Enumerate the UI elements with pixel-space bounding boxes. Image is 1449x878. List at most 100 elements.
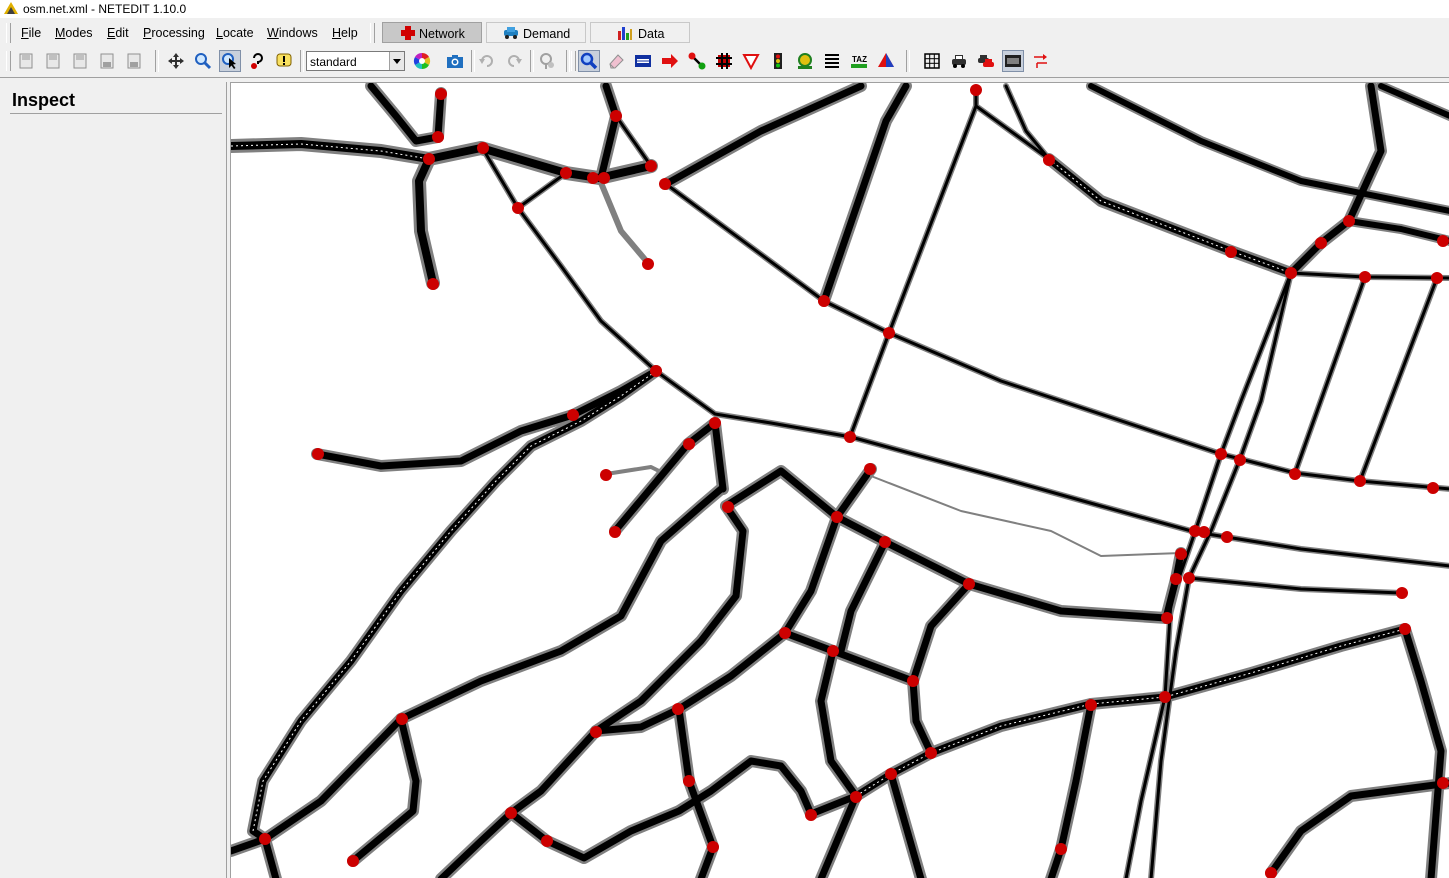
taz-mode-button[interactable]: TAZ [848, 50, 870, 72]
junction-node[interactable] [1396, 587, 1408, 599]
arrow-toggle-button[interactable] [1029, 50, 1051, 72]
junction-node[interactable] [850, 791, 862, 803]
screenshot-button[interactable] [444, 50, 466, 72]
junction-node[interactable] [1431, 272, 1443, 284]
vehicle-red-toggle-button[interactable] [975, 50, 997, 72]
reload-button[interactable] [69, 50, 91, 72]
junction-node[interactable] [963, 578, 975, 590]
connection-mode-button[interactable] [713, 50, 735, 72]
junction-node[interactable] [970, 84, 982, 96]
junction-node[interactable] [312, 448, 324, 460]
junction-node[interactable] [587, 172, 599, 184]
junction-node[interactable] [659, 178, 671, 190]
save-button[interactable] [96, 50, 118, 72]
tab-network[interactable]: Network [382, 22, 482, 43]
junction-node[interactable] [598, 172, 610, 184]
save-as-button[interactable] [123, 50, 145, 72]
vehicle-toggle-button[interactable] [948, 50, 970, 72]
color-wheel-button[interactable] [411, 50, 433, 72]
junction-node[interactable] [610, 110, 622, 122]
junction-node[interactable] [642, 258, 654, 270]
junction-node[interactable] [560, 167, 572, 179]
junction-node[interactable] [683, 775, 695, 787]
junction-node[interactable] [505, 807, 517, 819]
junction-node[interactable] [1427, 482, 1439, 494]
junction-node[interactable] [925, 747, 937, 759]
redo-button[interactable] [503, 50, 525, 72]
junction-node[interactable] [1183, 572, 1195, 584]
junction-node[interactable] [512, 202, 524, 214]
junction-node[interactable] [1289, 468, 1301, 480]
junction-node[interactable] [423, 153, 435, 165]
junction-node[interactable] [1354, 475, 1366, 487]
junction-node[interactable] [1159, 691, 1171, 703]
junction-node[interactable] [907, 675, 919, 687]
junction-node[interactable] [590, 726, 602, 738]
create-edge-mode-button[interactable] [686, 50, 708, 72]
select-mode-button[interactable] [632, 50, 654, 72]
junction-node[interactable] [645, 160, 657, 172]
junction-node[interactable] [885, 768, 897, 780]
junction-node[interactable] [1315, 237, 1327, 249]
prohibition-mode-button[interactable] [740, 50, 762, 72]
junction-node[interactable] [672, 703, 684, 715]
open-button[interactable] [42, 50, 64, 72]
recenter-button[interactable] [165, 50, 187, 72]
junction-node[interactable] [650, 365, 662, 377]
menu-modes[interactable]: Modes [55, 26, 93, 40]
menu-processing[interactable]: Processing [143, 26, 205, 40]
junction-node[interactable] [1343, 215, 1355, 227]
junction-node[interactable] [1170, 573, 1182, 585]
delete-mode-button[interactable] [605, 50, 627, 72]
junction-node[interactable] [396, 713, 408, 725]
junction-node[interactable] [1234, 454, 1246, 466]
junction-node[interactable] [827, 645, 839, 657]
junction-node[interactable] [1399, 623, 1411, 635]
junction-node[interactable] [567, 409, 579, 421]
road-network-map[interactable] [231, 83, 1449, 878]
tab-demand[interactable]: Demand [486, 22, 586, 43]
junction-node[interactable] [722, 501, 734, 513]
junction-node[interactable] [844, 431, 856, 443]
traffic-light-mode-button[interactable] [767, 50, 789, 72]
junction-node[interactable] [831, 511, 843, 523]
polygon-mode-button[interactable] [875, 50, 897, 72]
junction-node[interactable] [427, 278, 439, 290]
junction-node[interactable] [1225, 246, 1237, 258]
junction-node[interactable] [1175, 548, 1187, 560]
select-pointer-button[interactable] [219, 50, 241, 72]
junction-node[interactable] [609, 526, 621, 538]
junction-node[interactable] [864, 463, 876, 475]
zoom-button[interactable] [192, 50, 214, 72]
junction-node[interactable] [1437, 777, 1449, 789]
junction-node[interactable] [709, 417, 721, 429]
junction-node[interactable] [1198, 526, 1210, 538]
junction-node[interactable] [435, 88, 447, 100]
junction-node[interactable] [883, 327, 895, 339]
junction-node[interactable] [683, 438, 695, 450]
new-network-button[interactable] [15, 50, 37, 72]
menu-locate[interactable]: Locate [216, 26, 254, 40]
additional-mode-button[interactable] [794, 50, 816, 72]
junction-node[interactable] [1437, 235, 1449, 247]
tab-data[interactable]: Data [590, 22, 690, 43]
junction-node[interactable] [1043, 154, 1055, 166]
junction-node[interactable] [1285, 267, 1297, 279]
junction-node[interactable] [779, 627, 791, 639]
junction-node[interactable] [707, 841, 719, 853]
chevron-down-icon[interactable] [389, 52, 404, 70]
junction-node[interactable] [259, 833, 271, 845]
help-query-button[interactable] [246, 50, 268, 72]
junction-node[interactable] [477, 142, 489, 154]
menu-windows[interactable]: Windows [267, 26, 318, 40]
junction-node[interactable] [1161, 612, 1173, 624]
junction-node[interactable] [1055, 843, 1067, 855]
junction-node[interactable] [432, 131, 444, 143]
grid-toggle-button[interactable] [921, 50, 943, 72]
inspect-mode-button[interactable] [578, 50, 600, 72]
junction-node[interactable] [1215, 448, 1227, 460]
location-button[interactable] [536, 50, 558, 72]
lane-toggle-button[interactable] [1002, 50, 1024, 72]
undo-button[interactable] [476, 50, 498, 72]
junction-node[interactable] [1221, 531, 1233, 543]
